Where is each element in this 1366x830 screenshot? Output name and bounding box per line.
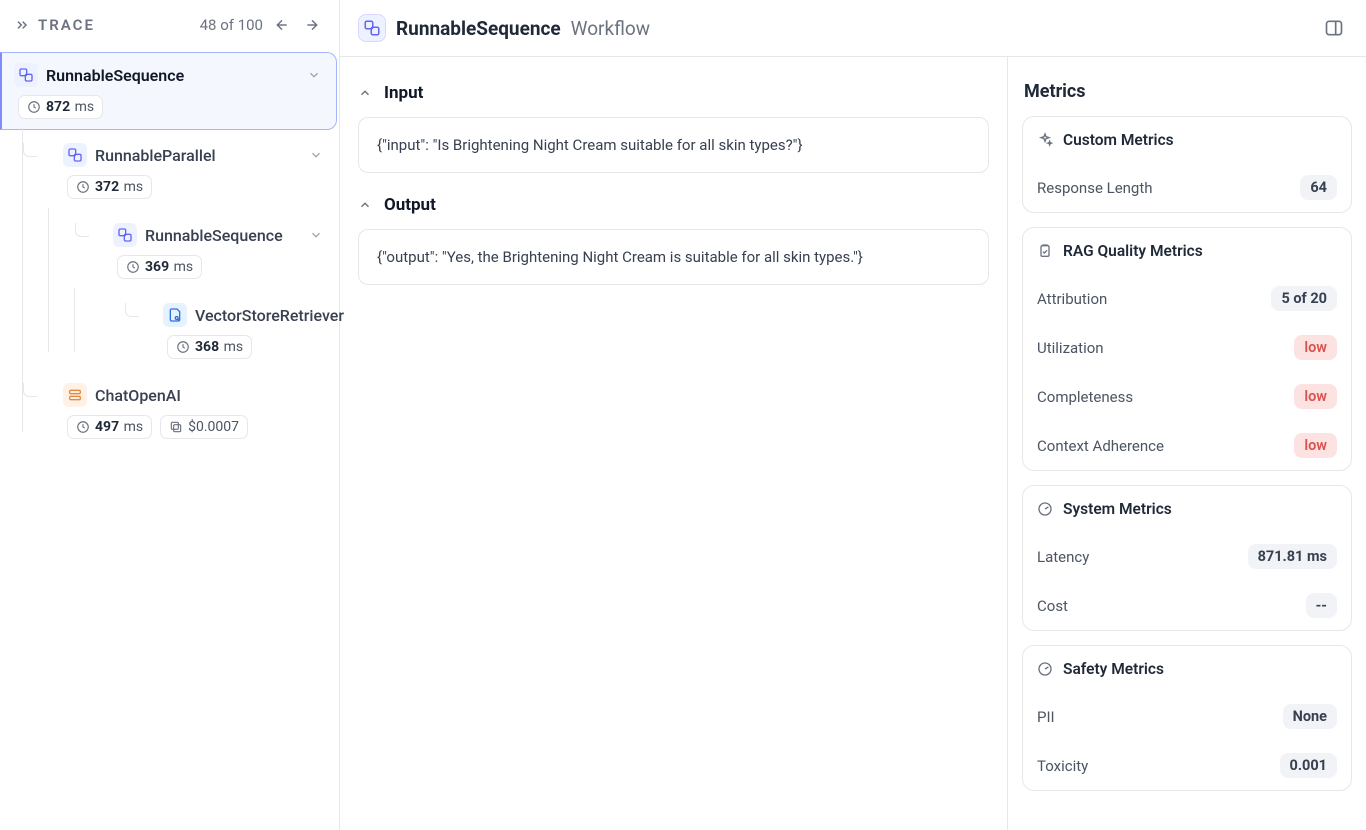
- duration-badge: 369 ms: [117, 255, 202, 279]
- collapse-input-button[interactable]: [358, 86, 372, 100]
- trace-tree: RunnableSequence 872 ms: [0, 50, 339, 452]
- tree-node-runnable-parallel[interactable]: RunnableParallel 372 ms: [50, 132, 339, 210]
- tree-node-vector-store-retriever[interactable]: VectorStoreRetriever 368 ms: [150, 292, 339, 370]
- metric-label: Cost: [1037, 597, 1068, 615]
- llm-icon: [63, 383, 87, 407]
- trace-header: TRACE 48 of 100: [0, 0, 339, 50]
- metric-value: --: [1306, 593, 1337, 618]
- trace-sidebar: TRACE 48 of 100 RunnableSequence: [0, 0, 340, 830]
- metric-value: 0.001: [1280, 753, 1337, 778]
- metric-label: PII: [1037, 708, 1055, 726]
- tree-node-chat-openai[interactable]: ChatOpenAI 497 ms $0.0007: [50, 372, 339, 450]
- metric-label: Completeness: [1037, 388, 1133, 406]
- duration-badge: 497 ms: [67, 415, 152, 439]
- tree-node-label: RunnableParallel: [95, 146, 216, 165]
- chain-icon: [63, 143, 87, 167]
- chevron-down-icon[interactable]: [306, 145, 326, 165]
- duration-badge: 372 ms: [67, 175, 152, 199]
- output-section-title: Output: [384, 195, 436, 215]
- system-metrics-card: System Metrics Latency 871.81 ms Cost --: [1022, 485, 1352, 631]
- metric-value: low: [1294, 384, 1337, 409]
- page-title: RunnableSequence Workflow: [358, 14, 650, 42]
- toggle-panel-button[interactable]: [1320, 14, 1348, 42]
- input-section-title: Input: [384, 83, 423, 103]
- sparkle-icon: [1037, 132, 1053, 148]
- custom-metrics-card: Custom Metrics Response Length 64: [1022, 116, 1352, 213]
- metric-value: None: [1283, 704, 1337, 729]
- prev-trace-button[interactable]: [271, 14, 293, 36]
- tree-node-label: ChatOpenAI: [95, 386, 181, 405]
- tree-node-runnable-sequence-inner[interactable]: RunnableSequence 369 ms: [100, 212, 339, 290]
- metric-label: Toxicity: [1037, 757, 1088, 775]
- rag-metrics-card: RAG Quality Metrics Attribution 5 of 20 …: [1022, 227, 1352, 471]
- tree-node-runnable-sequence-root[interactable]: RunnableSequence 872 ms: [0, 52, 337, 130]
- next-trace-button[interactable]: [301, 14, 323, 36]
- duration-badge: 368 ms: [167, 335, 252, 359]
- duration-badge: 872 ms: [18, 95, 103, 119]
- clipboard-check-icon: [1037, 243, 1053, 259]
- metric-label: Latency: [1037, 548, 1089, 566]
- chevron-down-icon[interactable]: [304, 65, 324, 85]
- metric-value: 64: [1300, 175, 1337, 200]
- safety-metrics-card: Safety Metrics PII None Toxicity 0.001: [1022, 645, 1352, 791]
- collapse-icon[interactable]: [14, 17, 30, 33]
- metric-value: 5 of 20: [1271, 286, 1337, 311]
- metric-value: low: [1294, 335, 1337, 360]
- gauge-icon: [1037, 501, 1053, 517]
- tree-node-label: RunnableSequence: [46, 66, 184, 85]
- metric-label: Utilization: [1037, 339, 1104, 357]
- input-value-box[interactable]: {"input": "Is Brightening Night Cream su…: [358, 117, 989, 173]
- tree-node-label: RunnableSequence: [145, 226, 283, 245]
- tree-node-label: VectorStoreRetriever: [195, 306, 344, 325]
- chain-icon: [14, 63, 38, 87]
- metric-value: low: [1294, 433, 1337, 458]
- chevron-down-icon[interactable]: [306, 225, 326, 245]
- output-value-box[interactable]: {"output": "Yes, the Brightening Night C…: [358, 229, 989, 285]
- document-search-icon: [163, 303, 187, 327]
- gauge-icon: [1037, 661, 1053, 677]
- metric-label: Context Adherence: [1037, 437, 1164, 455]
- metrics-panel: Metrics Custom Metrics Response Length 6…: [1008, 57, 1366, 830]
- chain-icon: [113, 223, 137, 247]
- metric-label: Attribution: [1037, 290, 1107, 308]
- cost-badge: $0.0007: [160, 415, 248, 439]
- chain-icon: [358, 14, 386, 42]
- metric-value: 871.81 ms: [1248, 544, 1337, 569]
- trace-pager: 48 of 100: [200, 16, 263, 34]
- trace-title: TRACE: [38, 16, 95, 34]
- metrics-title: Metrics: [1024, 81, 1352, 102]
- metric-label: Response Length: [1037, 179, 1153, 197]
- collapse-output-button[interactable]: [358, 198, 372, 212]
